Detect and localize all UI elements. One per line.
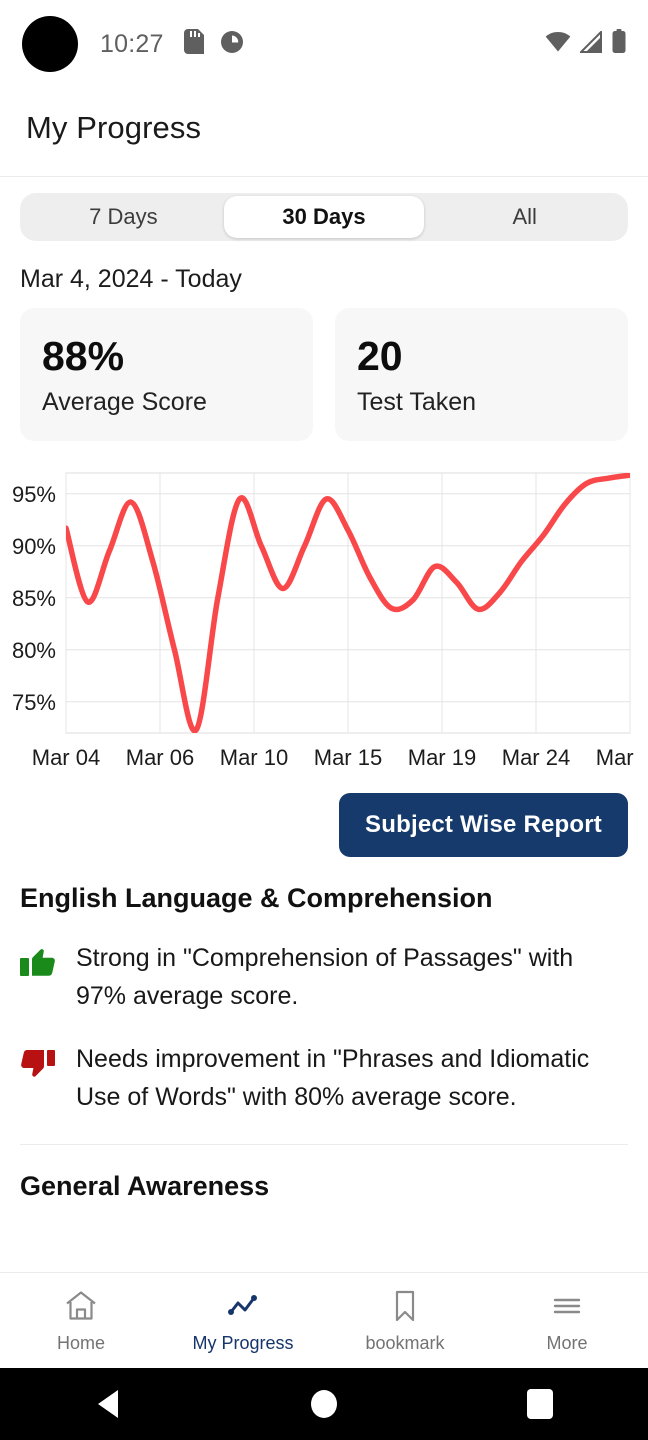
svg-text:Mar 29: Mar 29 [596,745,638,770]
recents-square-icon [527,1389,553,1419]
progress-chart-svg: 75% 80% 85% 90% 95% Mar 04 Mar 06 Mar 10 Mar 15 M… [12,472,638,770]
insight-improvement-text: Needs improvement in "Phrases and Idioma… [76,1045,590,1111]
svg-text:95%: 95% [12,482,56,507]
insight-strong: Strong in "Comprehension of Passages" wi… [0,926,648,1027]
back-button[interactable] [48,1390,168,1418]
subject-title-general-awareness: General Awareness [20,1171,270,1202]
nav-label-more: More [546,1332,588,1353]
bottom-navigation: Home My Progress bookmark More [0,1272,648,1368]
nav-label-my-progress: My Progress [192,1332,294,1353]
test-taken-label: Test Taken [357,388,477,417]
nav-item-home[interactable]: Home [0,1288,162,1354]
stat-card-average-score: 88% Average Score [20,308,313,442]
insight-improvement: Needs improvement in "Phrases and Idioma… [0,1027,648,1128]
status-bar-clock: 10:27 [100,29,164,58]
nav-label-home: Home [56,1332,105,1353]
average-score-value: 88% [42,333,125,379]
range-option-30-days[interactable]: 30 Days [223,196,425,238]
range-option-7-days[interactable]: 7 Days [23,196,224,238]
cellular-signal-icon [578,29,603,58]
back-triangle-icon [98,1390,118,1418]
nav-label-bookmark: bookmark [365,1332,445,1353]
bookmark-icon [387,1288,423,1329]
date-range-label: Mar 4, 2024 - Today [20,265,242,293]
insight-strong-text: Strong in "Comprehension of Passages" wi… [76,944,574,1010]
svg-text:Mar 15: Mar 15 [314,745,382,770]
subject-wise-report-button[interactable]: Subject Wise Report [339,793,628,858]
thumbs-down-icon [20,1041,60,1116]
svg-text:90%: 90% [12,534,56,559]
svg-text:80%: 80% [12,638,56,663]
status-bar: 10:27 [0,0,648,88]
svg-text:Mar 04: Mar 04 [32,745,100,770]
average-score-label: Average Score [42,388,207,417]
svg-text:Mar 10: Mar 10 [220,745,288,770]
camera-cutout [22,16,78,72]
thumbs-up-icon [20,940,60,1015]
svg-text:75%: 75% [12,690,56,715]
nav-item-my-progress[interactable]: My Progress [162,1288,324,1354]
page-title: My Progress [26,110,202,145]
range-option-all[interactable]: All [424,196,625,238]
progress-chart: 75% 80% 85% 90% 95% Mar 04 Mar 06 Mar 10 Mar 15 M… [0,441,648,781]
line-chart-icon [225,1288,261,1329]
svg-text:Mar 24: Mar 24 [502,745,570,770]
svg-text:85%: 85% [12,586,56,611]
system-navigation-bar [0,1368,648,1440]
alarm-icon [220,30,244,59]
home-button[interactable] [264,1390,384,1418]
wifi-icon [545,31,571,58]
svg-text:Mar 06: Mar 06 [126,745,194,770]
home-circle-icon [311,1390,337,1418]
nav-item-bookmark[interactable]: bookmark [324,1288,486,1354]
nav-item-more[interactable]: More [486,1288,648,1354]
sd-card-icon [183,29,204,59]
home-icon [63,1288,99,1329]
test-taken-value: 20 [357,333,403,379]
stats-row: 88% Average Score 20 Test Taken [0,308,648,442]
range-selector: 7 Days 30 Days All [20,193,628,241]
recents-button[interactable] [480,1389,600,1419]
hamburger-menu-icon [549,1288,585,1329]
battery-icon [612,29,626,59]
svg-text:Mar 19: Mar 19 [408,745,476,770]
stat-card-test-taken: 20 Test Taken [335,308,628,442]
subject-title-english: English Language & Comprehension [20,883,493,914]
